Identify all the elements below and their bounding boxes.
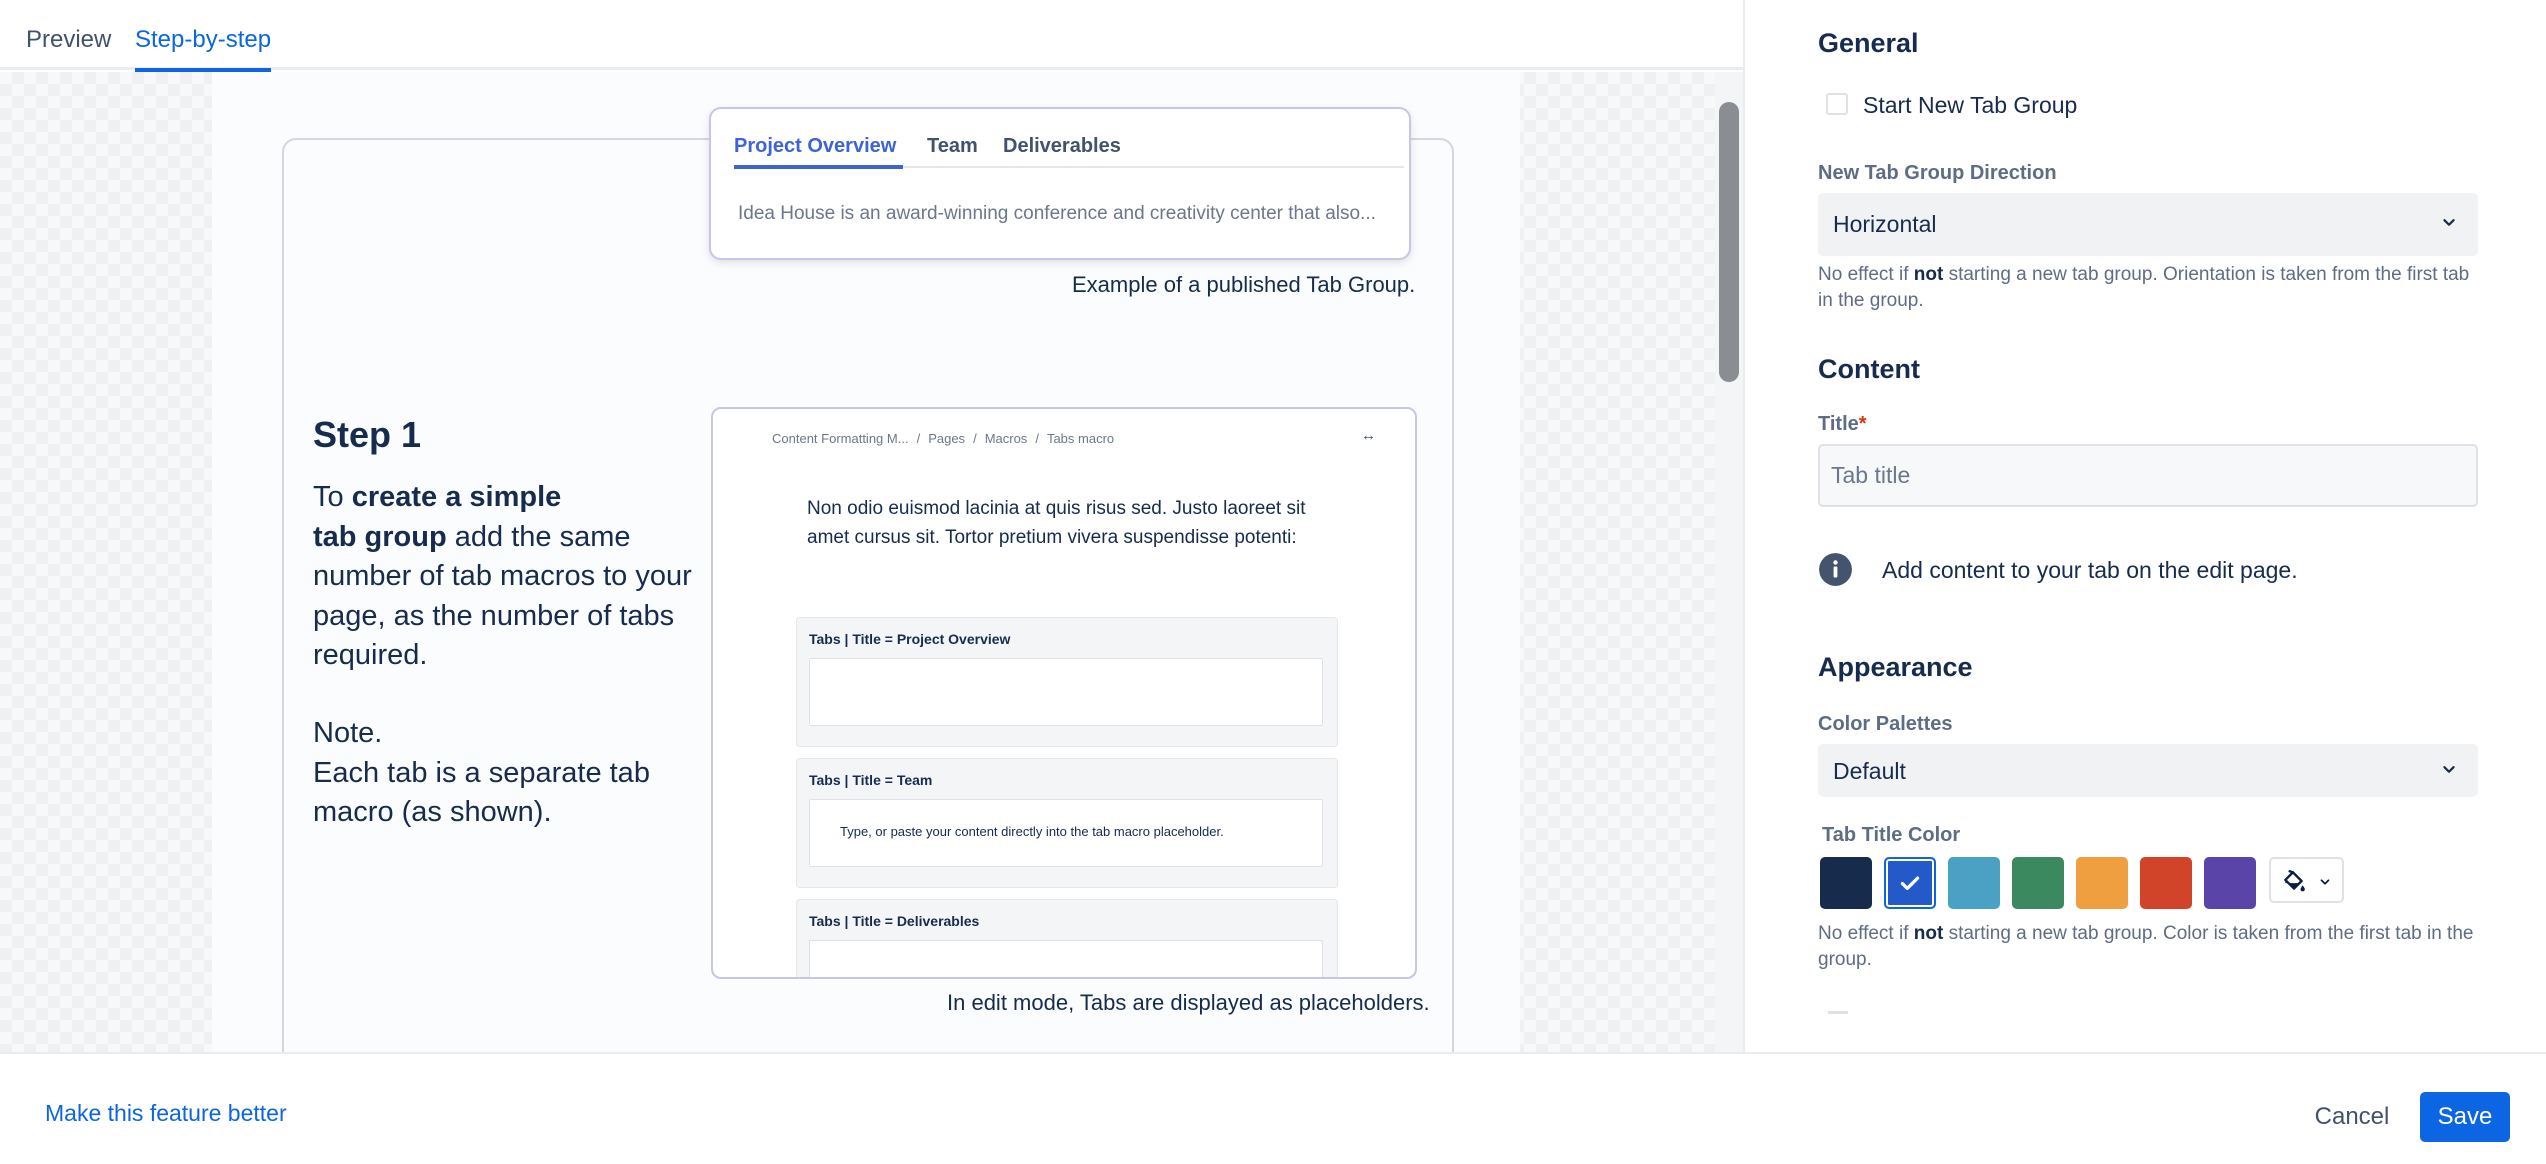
chevron-down-icon (2443, 219, 2455, 226)
custom-color-picker[interactable] (2269, 857, 2344, 903)
color-palettes-select[interactable]: Default (1818, 744, 2478, 797)
title-label: Title* (1818, 413, 1867, 436)
placeholder-title: Tabs | Title = Team (809, 772, 933, 788)
step-note: Note. Each tab is a separate tab macro (a… (313, 714, 703, 833)
section-appearance-heading: Appearance (1818, 652, 1973, 682)
example-tab-project-overview: Project Overview (734, 135, 897, 157)
example-tab-active-underline (734, 165, 903, 169)
help-emphasis: not (1913, 264, 1944, 285)
color-swatch[interactable] (1884, 857, 1936, 909)
crumb: Macros (984, 431, 1028, 446)
chevron-down-icon (2320, 879, 2330, 885)
illustration: Project Overview Team Deliverables Idea … (0, 72, 1715, 1052)
color-palettes-value: Default (1833, 758, 1906, 784)
placeholder-hint: Type, or paste your content directly int… (840, 824, 1224, 839)
step-title: Step 1 (313, 414, 422, 455)
feedback-link[interactable]: Make this feature better (45, 1100, 287, 1127)
start-new-tab-group-checkbox[interactable] (1826, 93, 1848, 115)
color-help: No effect if not starting a new tab grou… (1818, 921, 2488, 973)
title-label-text: Title (1818, 413, 1859, 435)
crumb: Pages (928, 431, 966, 446)
tab-title-color-label: Tab Title Color (1822, 824, 1961, 846)
placeholder-body: Type, or paste your content directly int… (809, 799, 1323, 867)
section-content-heading: Content (1818, 354, 1920, 384)
placeholder-body (809, 658, 1323, 726)
published-tab-group-example: Project Overview Team Deliverables Idea … (709, 107, 1411, 260)
tab-placeholder: Tabs | Title = Project Overview (796, 617, 1338, 747)
color-swatch[interactable] (2140, 857, 2192, 909)
help-text: No effect if (1818, 923, 1914, 944)
example-tab-deliverables: Deliverables (1003, 135, 1121, 157)
info-message: Add content to your tab on the edit page… (1882, 557, 2298, 583)
view-tabs: Preview Step-by-step (0, 0, 1745, 72)
direction-label: New Tab Group Direction (1818, 162, 2057, 184)
step-text-bold-2: tab group (313, 520, 447, 553)
step-text-prefix: To (313, 481, 352, 513)
color-swatch[interactable] (1820, 857, 1872, 909)
save-button[interactable]: Save (2420, 1092, 2510, 1142)
placeholder-title: Tabs | Title = Deliverables (809, 913, 980, 929)
example-paragraph: Non odio euismod lacinia at quis risus s… (807, 498, 1306, 548)
edit-mode-example: Content Formatting M... / Pages / Macros / Tab… (711, 407, 1417, 979)
section-general-heading: General (1818, 28, 1919, 58)
help-emphasis: not (1913, 923, 1944, 944)
help-text: No effect if (1818, 264, 1914, 285)
checkmark-icon (1900, 876, 1920, 891)
tab-preview[interactable]: Preview (26, 26, 111, 54)
step-description: To create a simple tab group add the same… (313, 478, 703, 676)
note-title: Note. (313, 717, 383, 749)
tab-placeholder: Tabs | Title = Deliverables (796, 899, 1338, 977)
color-swatch[interactable] (2012, 857, 2064, 909)
direction-help: No effect if not starting a new tab grou… (1818, 262, 2488, 314)
color-swatch[interactable] (2076, 857, 2128, 909)
example-tab-body: Idea House is an award-winning conferenc… (738, 203, 1376, 224)
crumb: Tabs macro (1046, 431, 1115, 446)
color-swatch[interactable] (1948, 857, 2000, 909)
direction-value: Horizontal (1833, 211, 1937, 237)
step-text-bold-1: create a simple (351, 481, 562, 513)
tab-step-by-step[interactable]: Step-by-step (135, 26, 272, 72)
direction-select[interactable]: Horizontal (1818, 193, 2478, 256)
color-palettes-label: Color Palettes (1818, 713, 1953, 735)
placeholder-title: Tabs | Title = Project Overview (809, 631, 1011, 647)
tab-title-input[interactable] (1820, 446, 2476, 505)
modal-footer: Make this feature better Cancel Save (0, 1052, 2546, 1164)
example-breadcrumb: Content Formatting M... / Pages / Macros / Tab… (772, 431, 1115, 446)
next-field-hint (1828, 1011, 1848, 1014)
example-tab-team: Team (927, 135, 978, 157)
start-new-tab-group-label[interactable]: Start New Tab Group (1863, 92, 2077, 119)
placeholder-body (809, 940, 1323, 977)
crumb: Content Formatting M... (772, 431, 909, 446)
chevron-down-icon (2443, 766, 2455, 773)
expand-icon: ↔ (1361, 427, 1376, 444)
note-body: Each tab is a separate tab macro (as sho… (313, 756, 650, 829)
info-icon (1819, 553, 1852, 586)
published-caption: Example of a published Tab Group. (1072, 272, 1416, 297)
scrollbar-thumb[interactable] (1719, 102, 1739, 382)
required-mark: * (1858, 413, 1867, 435)
edit-mode-caption: In edit mode, Tabs are displayed as plac… (947, 990, 1430, 1015)
tab-placeholder: Tabs | Title = Team Type, or paste your … (796, 758, 1338, 888)
color-swatch[interactable] (2204, 857, 2256, 909)
tab-title-field[interactable] (1818, 444, 2478, 507)
paint-bucket-icon (2284, 870, 2305, 892)
cancel-button[interactable]: Cancel (2292, 1092, 2412, 1142)
